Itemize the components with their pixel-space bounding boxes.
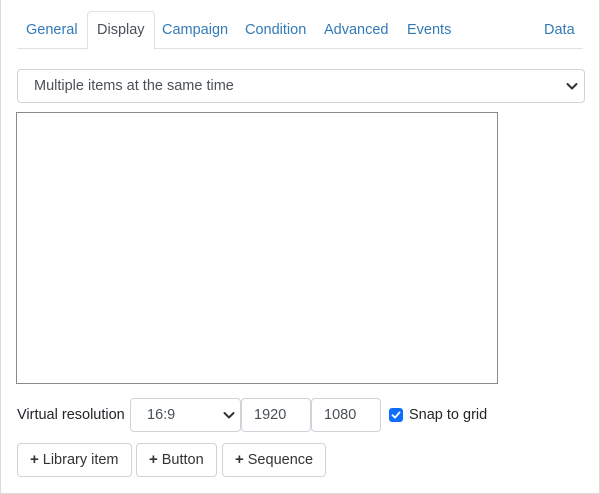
tab-events[interactable]: Events: [398, 11, 460, 49]
snap-to-grid-checkbox[interactable]: [389, 408, 403, 422]
display-canvas[interactable]: [16, 112, 498, 384]
plus-icon: +: [30, 451, 39, 468]
checkmark-icon: [391, 411, 401, 419]
add-button-button[interactable]: + Button: [136, 443, 217, 477]
aspect-ratio-value: 16:9: [147, 407, 176, 423]
tab-condition[interactable]: Condition: [236, 11, 315, 49]
add-library-item-button[interactable]: + Library item: [17, 443, 132, 477]
resolution-row: Virtual resolution 16:9 1920 1080 Snap t…: [17, 398, 587, 432]
display-mode-select[interactable]: Multiple items at the same time: [17, 69, 585, 103]
chevron-down-icon: [566, 83, 578, 90]
snap-to-grid-label[interactable]: Snap to grid: [409, 398, 487, 432]
virtual-resolution-label: Virtual resolution: [17, 407, 125, 423]
tab-advanced[interactable]: Advanced: [315, 11, 398, 49]
aspect-ratio-select[interactable]: 16:9: [130, 398, 241, 432]
plus-icon: +: [149, 451, 158, 468]
add-sequence-button[interactable]: + Sequence: [222, 443, 327, 477]
tab-display[interactable]: Display: [87, 11, 155, 50]
add-sequence-label: Sequence: [247, 452, 314, 468]
plus-icon: +: [235, 451, 244, 468]
add-library-item-label: Library item: [42, 452, 119, 468]
chevron-down-icon: [223, 412, 235, 419]
resolution-width-input[interactable]: 1920: [241, 398, 311, 432]
tab-bar: General Display Campaign Condition Advan…: [17, 10, 584, 50]
tab-general[interactable]: General: [17, 11, 87, 49]
editor-panel: General Display Campaign Condition Advan…: [0, 0, 600, 494]
tab-data[interactable]: Data: [535, 11, 584, 49]
display-mode-value: Multiple items at the same time: [34, 78, 234, 94]
resolution-height-input[interactable]: 1080: [311, 398, 381, 432]
add-button-label: Button: [161, 452, 204, 468]
tab-campaign[interactable]: Campaign: [153, 11, 237, 49]
